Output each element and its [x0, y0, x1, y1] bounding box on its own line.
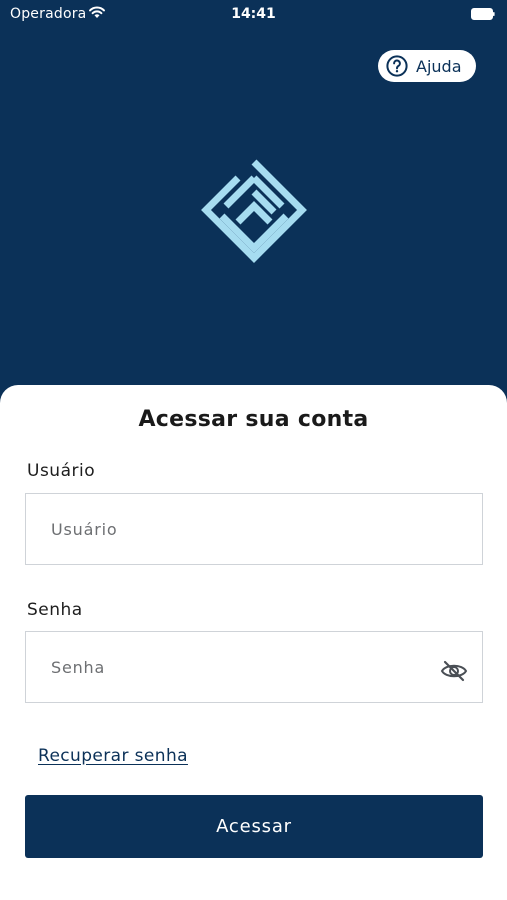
password-field-container: [25, 631, 483, 703]
username-field-container: [25, 493, 483, 565]
username-input[interactable]: [26, 494, 482, 564]
username-label: Usuário: [27, 461, 96, 481]
help-button[interactable]: Ajuda: [378, 50, 476, 82]
recover-password-link[interactable]: Recuperar senha: [38, 746, 188, 766]
page-title: Acessar sua conta: [138, 407, 369, 432]
clock-time: 14:41: [231, 6, 276, 22]
status-bar: Operadora 14:41: [0, 0, 507, 30]
eye-slash-icon[interactable]: [440, 660, 468, 682]
question-circle-icon: [386, 55, 408, 77]
battery-icon: [471, 8, 495, 20]
submit-button[interactable]: Acessar: [25, 795, 483, 858]
diamond-maze-logo: [201, 159, 307, 263]
help-label: Ajuda: [416, 56, 462, 76]
password-label: Senha: [27, 600, 83, 620]
login-sheet: Acessar sua conta Usuário Senha Recupera…: [0, 385, 507, 900]
password-input[interactable]: [26, 632, 482, 702]
